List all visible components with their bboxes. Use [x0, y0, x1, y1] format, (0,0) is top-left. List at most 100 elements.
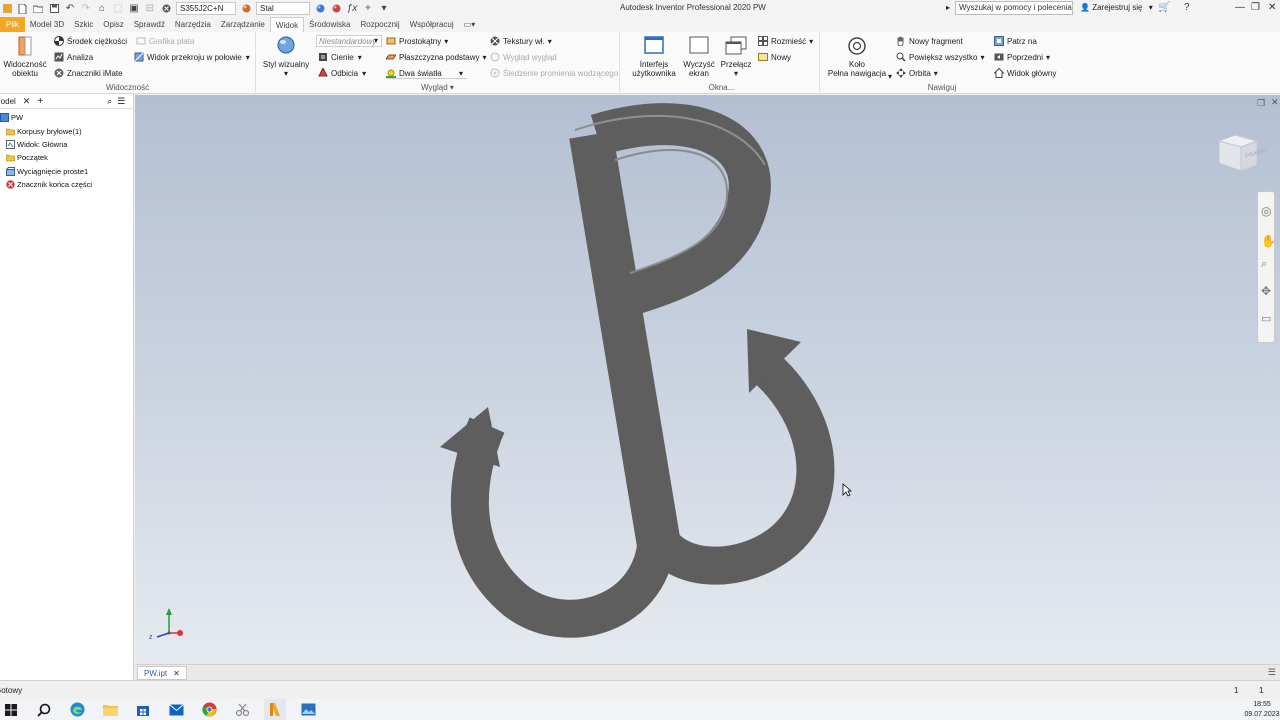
document-tab-pw[interactable]: PW.ipt ✕: [137, 666, 187, 680]
tab-plik[interactable]: Plik: [0, 17, 25, 32]
tab-szkic[interactable]: Szkic: [69, 17, 98, 32]
tab-zarzadzanie[interactable]: Zarządzanie: [216, 17, 270, 32]
search-icon[interactable]: [33, 699, 55, 720]
imate-button[interactable]: Znaczniki iMate: [54, 68, 123, 78]
new-file-icon[interactable]: [15, 2, 29, 15]
menu-icon[interactable]: ☰: [117, 96, 125, 107]
measure-icon[interactable]: ⊟: [143, 2, 157, 15]
save-icon[interactable]: [47, 2, 61, 15]
minimize-icon[interactable]: —: [1235, 2, 1245, 13]
redo-icon[interactable]: ↷: [79, 2, 93, 15]
tab-sprawdz[interactable]: Sprawdź: [129, 17, 170, 32]
undo-icon[interactable]: ↶: [63, 2, 77, 15]
new-window-button[interactable]: Nowy: [758, 52, 791, 62]
projection-button[interactable]: Prostokątny ▾: [386, 36, 448, 46]
ground-plane-button[interactable]: Płaszczyzna podstawy ▾: [386, 52, 487, 62]
tab-rozpocznij[interactable]: Rozpocznij: [355, 17, 404, 32]
add-icon[interactable]: +: [37, 96, 43, 107]
cancel-icon[interactable]: [159, 2, 173, 15]
textures-button[interactable]: Tekstury wł. ▾: [490, 36, 552, 46]
center-of-gravity-button[interactable]: Środek ciężkości: [54, 36, 127, 46]
plate-graphics-button[interactable]: Grafika płata: [136, 36, 194, 46]
visual-style-button[interactable]: Styl wizualny ▾: [260, 36, 312, 78]
snipping-tool-icon[interactable]: [231, 699, 253, 720]
previous-view-button[interactable]: Poprzedni ▾: [994, 52, 1050, 62]
half-section-button[interactable]: Widok przekroju w połowie ▾: [134, 52, 250, 62]
store-icon[interactable]: [132, 699, 154, 720]
user-interface-button[interactable]: Interfejs użytkownika: [628, 36, 680, 78]
clear-appearance-icon[interactable]: [329, 2, 343, 15]
pin-icon[interactable]: ✦: [361, 2, 375, 15]
restore-icon[interactable]: ❐: [1251, 2, 1260, 13]
preset-select[interactable]: Niestandardowy: [316, 35, 382, 47]
chrome-icon[interactable]: [198, 699, 220, 720]
select-icon[interactable]: ⬚: [111, 2, 125, 15]
switch-button[interactable]: Przełącz ▾: [718, 36, 754, 78]
windows-start-icon[interactable]: [0, 699, 22, 720]
help-icon[interactable]: ?: [1184, 2, 1190, 13]
customize-icon[interactable]: ▾: [377, 2, 391, 15]
inventor-app-icon[interactable]: [264, 699, 286, 720]
chevron-down-icon[interactable]: ▾: [888, 72, 892, 81]
look-at-icon[interactable]: ▭: [1261, 312, 1271, 325]
chevron-down-icon[interactable]: ▾: [374, 36, 378, 45]
browser-tab-model[interactable]: Model: [0, 97, 16, 106]
tab-widok[interactable]: Widok: [269, 17, 305, 32]
help-search-input[interactable]: Wyszukaj w pomocy i poleceniach...: [955, 1, 1073, 15]
full-navigation-wheel-button[interactable]: Koło Pełna nawigacja: [824, 36, 890, 78]
reflections-button[interactable]: Odbicia ▾: [318, 68, 366, 78]
close-icon[interactable]: ✕: [173, 669, 180, 678]
search-icon[interactable]: ⌕: [107, 96, 112, 107]
tab-opisz[interactable]: Opisz: [98, 17, 128, 32]
zoom-icon[interactable]: ⌕: [1261, 258, 1267, 271]
tree-item-view[interactable]: Widok: Główna: [6, 140, 67, 149]
photos-app-icon[interactable]: [297, 699, 319, 720]
shadows-button[interactable]: Cienie ▾: [318, 52, 362, 62]
app-menu-icon[interactable]: [1, 2, 13, 15]
lighting-select[interactable]: Dwa światła ▾: [386, 68, 468, 79]
orbit-button[interactable]: Orbita ▾: [896, 68, 938, 78]
tab-narzedzia[interactable]: Narzędzia: [170, 17, 216, 32]
orbit-icon[interactable]: ✥: [1261, 284, 1271, 298]
analysis-button[interactable]: Analiza: [54, 52, 93, 62]
cart-icon[interactable]: 🛒: [1158, 2, 1170, 13]
appearance-field[interactable]: Stal: [256, 2, 310, 15]
appearance-panel-label[interactable]: Wygląd ▾: [256, 83, 619, 92]
close-viewport-icon[interactable]: ✕: [1271, 97, 1279, 108]
close-icon[interactable]: ✕: [1268, 2, 1276, 13]
zoom-all-button[interactable]: Powiększ wszystko ▾: [896, 52, 984, 62]
clock[interactable]: 18:55 09.07.2023: [1244, 699, 1280, 720]
material-field[interactable]: S355J2C+N: [176, 2, 236, 15]
close-icon[interactable]: ✕: [23, 96, 31, 107]
home-view-button[interactable]: Widok główny: [994, 68, 1056, 78]
new-fragment-button[interactable]: Nowy fragment: [896, 36, 963, 46]
graphics-viewport[interactable]: PRAWO ❐ ✕ ◎ ✋ ⌕ ✥ ▭ z: [135, 95, 1280, 664]
update-icon[interactable]: ▣: [127, 2, 141, 15]
color-override-icon[interactable]: [313, 2, 327, 15]
tab-wspolpracuj[interactable]: Współpracuj: [405, 17, 459, 32]
ribbon-toggle-icon[interactable]: ▭▾: [459, 17, 481, 32]
tree-item-root[interactable]: PW: [0, 113, 23, 122]
menu-icon[interactable]: ☰: [1268, 667, 1276, 678]
edge-browser-icon[interactable]: [66, 699, 88, 720]
tree-item-solid-bodies[interactable]: Korpusy bryłowe(1): [6, 127, 82, 136]
file-explorer-icon[interactable]: [99, 699, 121, 720]
look-at-button[interactable]: Patrz na: [994, 36, 1037, 46]
steering-wheel-icon[interactable]: ◎: [1261, 204, 1271, 218]
restore-viewport-icon[interactable]: ❐: [1257, 98, 1265, 109]
arrange-button[interactable]: Rozmieść ▾: [758, 36, 813, 46]
object-visibility-button[interactable]: Widoczność obiektu: [2, 36, 48, 78]
tree-item-origin[interactable]: Początek: [6, 153, 48, 162]
tree-item-extrusion[interactable]: Wyciągnięcie proste1: [6, 167, 88, 176]
pan-icon[interactable]: ✋: [1261, 234, 1276, 248]
viewcube[interactable]: PRAWO: [1215, 131, 1268, 175]
parameters-icon[interactable]: ƒx: [345, 2, 359, 15]
tab-srodowiska[interactable]: Środowiska: [304, 17, 355, 32]
ray-tracing-button[interactable]: Śledzenie promienia wodzącego: [490, 68, 618, 78]
sign-in-button[interactable]: 👤 Zarejestruj się ▾: [1080, 3, 1153, 12]
clean-screen-button[interactable]: Wyczyść ekran: [682, 36, 716, 78]
tree-item-end-of-part[interactable]: Znacznik końca części: [6, 180, 92, 189]
open-file-icon[interactable]: [31, 2, 45, 15]
mail-icon[interactable]: [165, 699, 187, 720]
appearance-view-button[interactable]: Wygląd wygląd: [490, 52, 557, 62]
